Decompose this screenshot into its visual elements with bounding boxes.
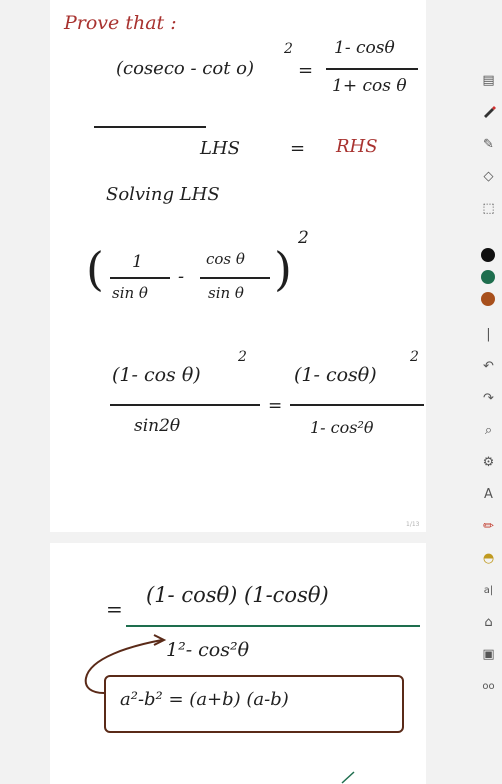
highlighter-icon[interactable]: ✎: [475, 136, 502, 154]
step2-left-bar: [110, 404, 260, 406]
pages-icon[interactable]: ▤: [475, 72, 502, 90]
tag-icon[interactable]: ⌂: [475, 614, 502, 632]
eq-sign: =: [290, 138, 306, 159]
step2-left-den: sin2θ: [134, 416, 181, 436]
step1-frac2-num: cos θ: [206, 250, 245, 268]
red-pen-icon[interactable]: ✏: [475, 518, 502, 536]
color-brown[interactable]: [481, 292, 495, 306]
ocr-icon[interactable]: a|: [475, 582, 502, 600]
equation-lhs: (coseco - cot o): [116, 58, 255, 79]
step1-frac2-den: sin θ: [208, 284, 244, 302]
step2-left-exp: 2: [238, 349, 247, 365]
step2-right-num: (1- cosθ): [294, 364, 377, 386]
page-number: 1/13: [406, 521, 420, 528]
step1-exponent: 2: [298, 228, 309, 248]
step1-close-paren: ): [274, 242, 292, 296]
undo-icon[interactable]: ↶: [475, 358, 502, 376]
redo-icon[interactable]: ↷: [475, 390, 502, 408]
settings-icon[interactable]: ⚙: [475, 454, 502, 472]
step2-right-den: 1- cos²θ: [310, 418, 374, 437]
eraser-icon[interactable]: ◇: [475, 168, 502, 186]
step1-frac1-num: 1: [132, 252, 143, 272]
equation-equals: =: [298, 60, 314, 81]
note-page-2: = (1- cosθ) (1-cosθ) 1²- cos²θ a²-b² = (…: [50, 543, 426, 784]
step1-minus: -: [178, 266, 185, 287]
rhs-denominator: 1+ cos θ: [332, 76, 407, 96]
more-icon[interactable]: oo: [475, 678, 502, 696]
step2-right-exp: 2: [410, 349, 419, 365]
rhs-label: RHS: [336, 136, 378, 157]
equation-lhs-exponent: 2: [284, 41, 293, 57]
prove-title: Prove that :: [64, 12, 177, 34]
identity-formula: a²-b² = (a+b) (a-b): [120, 689, 289, 710]
step1-open-paren: (: [86, 242, 104, 296]
step2-equals: =: [268, 396, 283, 416]
pen-icon[interactable]: [475, 104, 502, 122]
lhs-label: LHS: [200, 138, 240, 159]
rhs-numerator: 1- cosθ: [334, 38, 395, 58]
right-toolbar: ▤ ✎ ◇ ⬚ | ↶ ↷ ⌕ ⚙ A ✏ ◓ a| ⌂ ▣ oo: [475, 60, 502, 740]
color-black[interactable]: [481, 248, 495, 262]
step1-frac1-den: sin θ: [112, 284, 148, 302]
zoom-icon[interactable]: ⌕: [475, 422, 502, 440]
pen-stroke-fragment: [341, 771, 355, 784]
step1-frac2-bar: [200, 277, 270, 279]
stamp-icon[interactable]: ◓: [475, 550, 502, 568]
note-page-1: Prove that : (coseco - cot o) 2 = 1- cos…: [50, 0, 426, 532]
annotation-arrow: [84, 634, 167, 694]
step2-left-num: (1- cos θ): [112, 364, 201, 386]
step1-frac1-bar: [110, 277, 170, 279]
text-icon[interactable]: A: [475, 486, 502, 504]
lasso-icon[interactable]: ⬚: [475, 200, 502, 218]
lock-icon[interactable]: ▣: [475, 646, 502, 664]
solving-label: Solving LHS: [106, 184, 220, 205]
step2-right-bar: [290, 404, 424, 406]
color-green[interactable]: [481, 270, 495, 284]
rhs-fraction-bar: [326, 68, 418, 70]
separator-line: [94, 126, 206, 128]
divider-icon: |: [486, 327, 491, 342]
